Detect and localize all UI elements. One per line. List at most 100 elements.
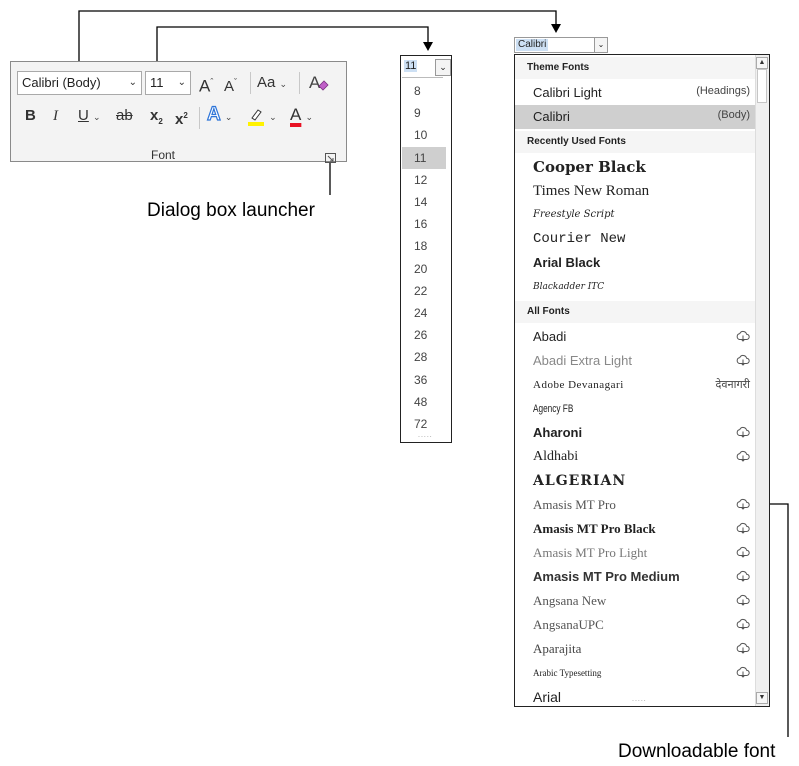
size-option[interactable]: 16 xyxy=(402,213,446,235)
cloud-download-icon xyxy=(736,521,750,535)
chevron-down-icon: ⌄ xyxy=(224,112,233,122)
size-option[interactable]: 12 xyxy=(402,169,446,191)
font-name-entry[interactable]: Calibri ⌄ xyxy=(514,37,608,53)
font-color-button[interactable]: A ⌄ xyxy=(290,105,313,127)
svg-text:A: A xyxy=(309,73,321,92)
size-option[interactable]: 11 xyxy=(402,146,446,169)
chevron-down-icon[interactable]: ⌄ xyxy=(435,59,451,76)
chevron-down-icon: ⌄ xyxy=(269,112,277,122)
font-option[interactable]: Amasis MT Pro xyxy=(515,493,756,517)
cloud-download-icon xyxy=(736,353,750,367)
caption-downloadable-font: Downloadable font xyxy=(618,741,776,762)
font-option-label: Angsana New xyxy=(533,593,607,608)
superscript-button[interactable]: x2 xyxy=(175,106,188,130)
font-option[interactable]: Arabic Typesetting xyxy=(515,661,756,685)
resize-grip[interactable]: ..... xyxy=(418,432,433,439)
font-option-label: Aharoni xyxy=(533,425,583,440)
chevron-down-icon[interactable]: ⌄ xyxy=(594,38,607,52)
dialog-box-launcher[interactable] xyxy=(325,150,336,163)
font-option[interactable]: Abadi xyxy=(515,325,756,349)
font-size-entry[interactable]: 11 ⌄ xyxy=(402,57,451,78)
scrollbar[interactable]: ▲ ▼ xyxy=(755,55,769,706)
font-option-label: Cooper Black xyxy=(533,158,646,176)
change-case-button[interactable]: Aa ⌄ xyxy=(257,73,287,94)
font-option-label: Amasis MT Pro Light xyxy=(533,545,648,560)
size-option[interactable]: 18 xyxy=(402,235,446,257)
cloud-download-icon xyxy=(736,593,750,607)
grow-font-button[interactable]: Aˆ xyxy=(199,72,213,97)
size-option[interactable]: 36 xyxy=(402,369,446,391)
size-option[interactable]: 48 xyxy=(402,391,446,413)
font-option[interactable]: Calibri (Body) xyxy=(515,105,756,129)
resize-grip[interactable]: ..... xyxy=(632,696,647,703)
font-option[interactable]: Agency FB xyxy=(515,397,756,421)
section-header: Theme Fonts xyxy=(515,57,756,79)
chevron-down-icon: ⌄ xyxy=(177,77,186,88)
font-option[interactable]: Calibri Light (Headings) xyxy=(515,81,756,105)
font-option-label: ALGERIAN xyxy=(533,473,627,489)
clear-formatting-button[interactable]: A xyxy=(308,71,330,99)
font-size-box[interactable]: 11 ⌄ xyxy=(145,71,191,95)
subscript-button[interactable]: x2 xyxy=(150,106,163,132)
underline-button[interactable]: U ⌄ xyxy=(78,106,101,127)
size-option[interactable]: 8 xyxy=(402,80,446,102)
size-option[interactable]: 28 xyxy=(402,346,446,368)
scrollbar-thumb[interactable] xyxy=(757,69,767,103)
chevron-down-icon: ⌄ xyxy=(305,112,314,122)
highlight-color-button[interactable]: ⌄ xyxy=(247,106,277,133)
font-option-label: Agency FB xyxy=(533,403,574,415)
cloud-download-icon xyxy=(736,569,750,583)
font-option[interactable]: Angsana New xyxy=(515,589,756,613)
font-option[interactable]: Amasis MT Pro Light xyxy=(515,541,756,565)
font-option[interactable]: Freestyle Script xyxy=(515,203,756,227)
font-option[interactable]: Times New Roman xyxy=(515,179,756,203)
cloud-download-icon xyxy=(736,497,750,511)
font-name-dropdown: Theme Fonts Calibri Light (Headings) Calibr… xyxy=(514,54,770,707)
size-option[interactable]: 26 xyxy=(402,324,446,346)
font-option[interactable]: Cooper Black xyxy=(515,155,756,179)
chevron-down-icon: ⌄ xyxy=(279,79,288,89)
clear-formatting-icon: A xyxy=(309,73,329,92)
font-option-label: Amasis MT Pro Medium xyxy=(533,569,680,584)
font-name-box[interactable]: Calibri (Body) ⌄ xyxy=(17,71,142,95)
font-size-dropdown: 11 ⌄ 8 9 10 11 12 14 16 18 20 22 24 26 28 36 48 72 ....… xyxy=(400,55,452,443)
size-option[interactable]: 20 xyxy=(402,258,446,280)
font-option-label: Amasis MT Pro xyxy=(533,497,616,512)
font-option[interactable]: Adobe Devanagari देवनागरी xyxy=(515,373,756,397)
size-option[interactable]: 14 xyxy=(402,191,446,213)
size-option[interactable]: 10 xyxy=(402,124,446,146)
text-effects-button[interactable]: A ⌄ xyxy=(206,104,233,127)
size-option[interactable]: 9 xyxy=(402,102,446,124)
font-option-label: Adobe Devanagari xyxy=(533,379,624,391)
font-option[interactable]: AngsanaUPC xyxy=(515,613,756,637)
scroll-up-icon[interactable]: ▲ xyxy=(756,57,768,69)
font-option-label: Courier New xyxy=(533,231,626,247)
font-option[interactable]: Courier New xyxy=(515,227,756,251)
font-tag: (Headings) xyxy=(696,85,750,97)
section-header: Recently Used Fonts xyxy=(515,131,756,153)
font-option[interactable]: Amasis MT Pro Black xyxy=(515,517,756,541)
strikethrough-button[interactable]: ab xyxy=(116,106,133,126)
font-option-label: Arabic Typesetting xyxy=(533,668,602,678)
font-option[interactable]: Amasis MT Pro Medium xyxy=(515,565,756,589)
font-option-label: Aldhabi xyxy=(533,449,579,464)
size-option[interactable]: 22 xyxy=(402,280,446,302)
font-option-label: Abadi xyxy=(533,329,567,344)
font-option[interactable]: Aldhabi xyxy=(515,445,756,469)
shrink-font-button[interactable]: Aˇ xyxy=(224,72,237,97)
font-option[interactable]: Arial Black xyxy=(515,251,756,275)
section-header: All Fonts xyxy=(515,301,756,323)
scroll-down-icon[interactable]: ▼ xyxy=(756,692,768,704)
cloud-download-icon xyxy=(736,617,750,631)
cloud-download-icon xyxy=(736,545,750,559)
font-option[interactable]: Abadi Extra Light xyxy=(515,349,756,373)
font-option[interactable]: Blackadder ITC xyxy=(515,275,756,299)
bold-button[interactable]: B xyxy=(25,106,36,126)
font-option[interactable]: Aharoni xyxy=(515,421,756,445)
font-tag: देवनागरी xyxy=(715,379,750,391)
font-tag: (Body) xyxy=(717,109,750,121)
font-option[interactable]: Aparajita xyxy=(515,637,756,661)
italic-button[interactable]: I xyxy=(53,106,58,126)
size-option[interactable]: 24 xyxy=(402,302,446,324)
font-option[interactable]: ALGERIAN xyxy=(515,469,756,493)
